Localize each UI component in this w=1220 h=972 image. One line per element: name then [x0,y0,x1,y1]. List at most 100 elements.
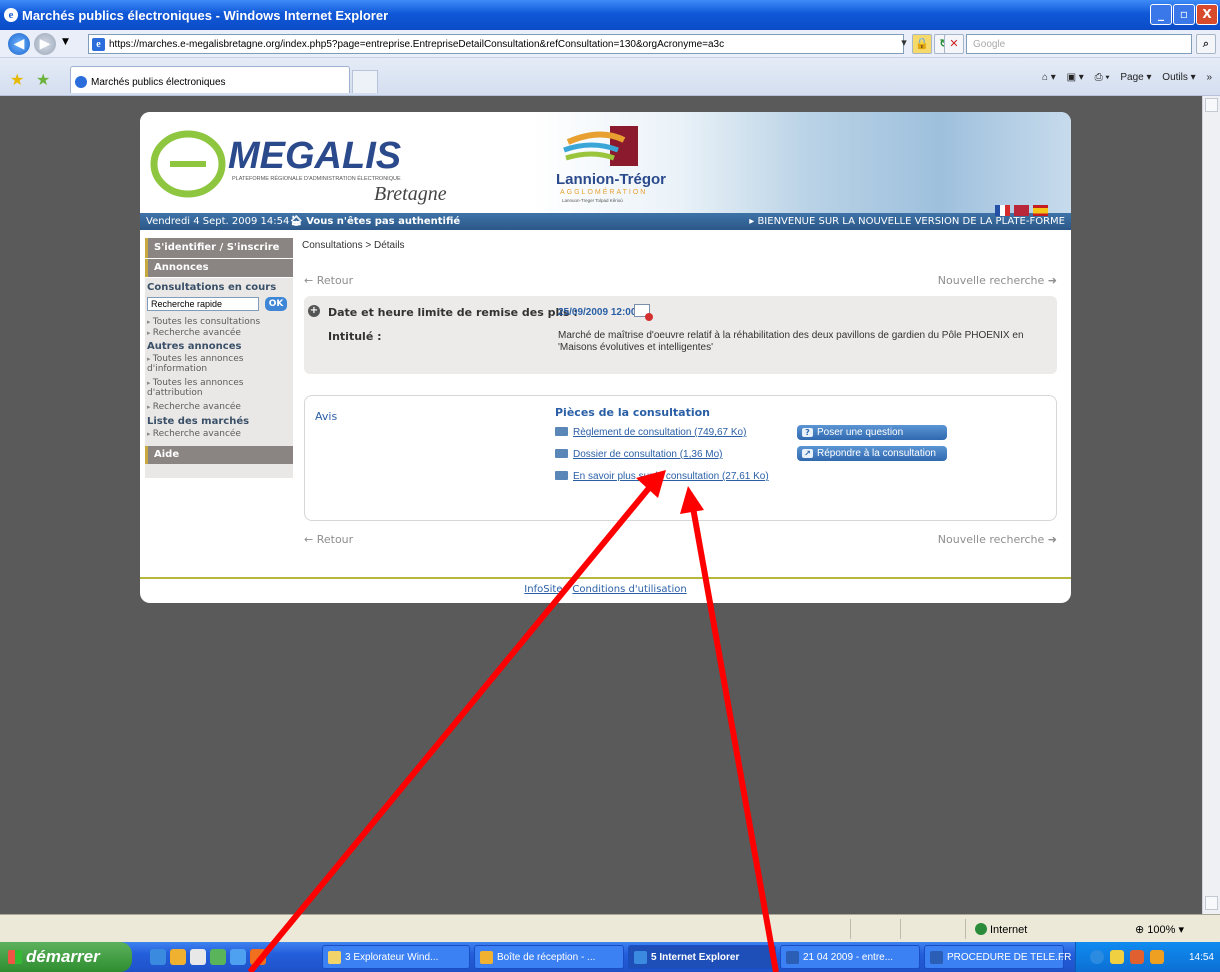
megalis-subtitle: PLATEFORME RÉGIONALE D'ADMINISTRATION ÉL… [232,175,401,182]
flag-es-icon[interactable] [1033,205,1048,216]
task-explorer[interactable]: 3 Explorateur Wind... [322,945,470,969]
tab-active[interactable]: Marchés publics électroniques [70,66,350,93]
url-field[interactable]: e https://marches.e-megalisbretagne.org/i… [88,34,904,54]
link-advanced-search-2[interactable]: Recherche avancée [147,402,287,412]
megalis-logo[interactable]: MEGALIS PLATEFORME RÉGIONALE D'ADMINISTR… [148,120,448,208]
footer-divider [140,577,1071,579]
clock: 14:54 [1188,952,1214,963]
tray-mail-icon[interactable] [1110,950,1124,964]
back-button[interactable]: ◀ [8,33,30,55]
task-ie[interactable]: 5 Internet Explorer [628,945,776,969]
sidebar-annonces[interactable]: Annonces [145,259,293,277]
search-icon[interactable]: ⌕ [1196,34,1216,54]
ie-logo-icon: e [4,8,18,22]
search-input[interactable]: Google [966,34,1192,54]
status-bar: Internet ⊕ 100% ▾ [0,914,1220,942]
scroll-down-icon[interactable] [1205,896,1218,910]
doc-reglement-link[interactable]: Règlement de consultation (749,67 Ko) [555,427,746,438]
flag-en-icon[interactable] [1014,205,1029,216]
home-icon: 🏠︎ [290,216,307,227]
auth-status: 🏠︎ Vous n'êtes pas authentifié [290,216,460,227]
doc-savoir-plus-text: En savoir plus sur la consultation (27,6… [573,471,769,482]
home-icon[interactable]: ⌂ ▾ [1042,72,1056,83]
link-all-consultations[interactable]: Toutes les consultations [147,317,287,327]
footer: InfoSite - Conditions d'utilisation [140,584,1071,595]
lannion-tagline: Lannuon-Treger Tolpad Kêrioù [562,198,623,203]
zoom-control[interactable]: ⊕ 100% ▾ [1135,923,1184,936]
window-title: Marchés publics électroniques - Windows … [22,8,389,23]
taskbar: démarrer 3 Explorateur Wind... Boîte de … [0,942,1220,972]
lannion-logo[interactable]: Lannion-Trégor AGGLOMÉRATION Lannuon-Tre… [548,120,678,206]
welcome-banner[interactable]: ▸ BIENVENUE SUR LA NOUVELLE VERSION DE L… [749,216,1065,227]
new-search-link-top[interactable]: Nouvelle recherche ➜ [938,274,1057,287]
link-attribution-annonces[interactable]: Toutes les annonces d'attribution [147,378,287,398]
desktop-quicklaunch-icon[interactable] [210,949,226,965]
tray-chevron-icon[interactable] [1090,950,1104,964]
link-advanced-search-1[interactable]: Recherche avancée [147,328,287,338]
outlook-quicklaunch-icon[interactable] [170,949,186,965]
task-mail[interactable]: Boîte de réception - ... [474,945,624,969]
forward-button[interactable]: ▶ [34,33,56,55]
zone-label: Internet [990,924,1028,936]
tools-menu[interactable]: Outils ▾ [1162,72,1195,83]
maximize-button[interactable]: ▫ [1173,4,1195,25]
ask-question-button[interactable]: ? Poser une question [797,425,947,440]
sidebar-identify[interactable]: S'identifier / S'inscrire [145,238,293,258]
lock-icon[interactable]: 🔒 [912,34,932,54]
expand-icon[interactable]: + [308,305,320,317]
question-icon: ? [802,428,813,437]
breadcrumb: Consultations > Détails [302,240,405,251]
minimize-button[interactable]: _ [1150,4,1172,25]
ie-quicklaunch-icon[interactable] [150,949,166,965]
firefox-quicklaunch-icon[interactable] [250,949,266,965]
stop-icon[interactable]: ✕ [944,34,964,54]
feeds-icon[interactable]: ▣ ▾ [1067,72,1084,83]
back-link-bottom[interactable]: ← Retour [304,533,353,546]
link-advanced-search-3[interactable]: Recherche avancée [147,429,287,439]
task-word-1[interactable]: 21 04 2009 - entre... [780,945,920,969]
back-link-top[interactable]: ← Retour [304,274,353,287]
vertical-scrollbar[interactable] [1202,96,1220,914]
quick-search-input[interactable]: Recherche rapide [147,297,259,311]
start-button[interactable]: démarrer [0,942,132,972]
respond-button[interactable]: ↗ Répondre à la consultation [797,446,947,461]
flag-fr-icon[interactable] [995,205,1010,216]
chevron-more-icon[interactable]: » [1206,72,1212,83]
address-bar: ◀ ▶ ▼ e https://marches.e-megalisbretagne… [0,30,1220,58]
conditions-link[interactable]: Conditions d'utilisation [572,584,686,595]
add-favorites-icon[interactable]: ★ [36,70,50,89]
tray-update-icon[interactable] [1150,950,1164,964]
status-divider [900,919,901,939]
app-quicklaunch-icon[interactable] [190,949,206,965]
avis-label[interactable]: Avis [315,410,337,423]
new-tab-button[interactable] [352,70,378,93]
task-ie-label: 5 Internet Explorer [651,952,740,963]
history-dropdown-icon[interactable]: ▼ [62,37,69,47]
status-divider [850,919,851,939]
deadline-value: 25/09/2009 12:00 [558,307,637,318]
sidebar-aide[interactable]: Aide [145,446,293,464]
url-dropdown-icon[interactable]: ▾ [894,34,914,54]
calendar-icon[interactable] [634,304,653,321]
infosite-link[interactable]: InfoSite [524,584,562,595]
intitule-label: Intitulé : [328,330,382,343]
new-search-link-bottom[interactable]: Nouvelle recherche ➜ [938,533,1057,546]
documents-panel: Avis Pièces de la consultation Règlement… [304,395,1057,521]
print-icon[interactable]: ⎙ ▾ [1095,72,1110,83]
close-button[interactable]: X [1196,4,1218,25]
doc-dossier-link[interactable]: Dossier de consultation (1,36 Mo) [555,449,723,460]
task-word-2[interactable]: PROCEDURE DE TELE... [924,945,1064,969]
page-menu[interactable]: Page ▾ [1120,72,1151,83]
tray-app-icon[interactable] [1130,950,1144,964]
link-info-annonces[interactable]: Toutes les annonces d'information [147,354,287,374]
task-explorer-label: 3 Explorateur Wind... [345,952,439,963]
folder-icon [555,449,568,458]
quick-search-ok-button[interactable]: OK [265,297,287,311]
language-indicator[interactable]: FR [1058,952,1071,963]
doc-savoir-plus-link[interactable]: En savoir plus sur la consultation (27,6… [555,471,769,482]
consultation-details: + Date et heure limite de remise des pli… [304,296,1057,374]
media-quicklaunch-icon[interactable] [230,949,246,965]
info-bar: Vendredi 4 Sept. 2009 14:54 🏠︎ Vous n'êt… [140,205,1071,230]
scroll-up-icon[interactable] [1205,98,1218,112]
favorites-star-icon[interactable]: ★ [10,70,24,89]
